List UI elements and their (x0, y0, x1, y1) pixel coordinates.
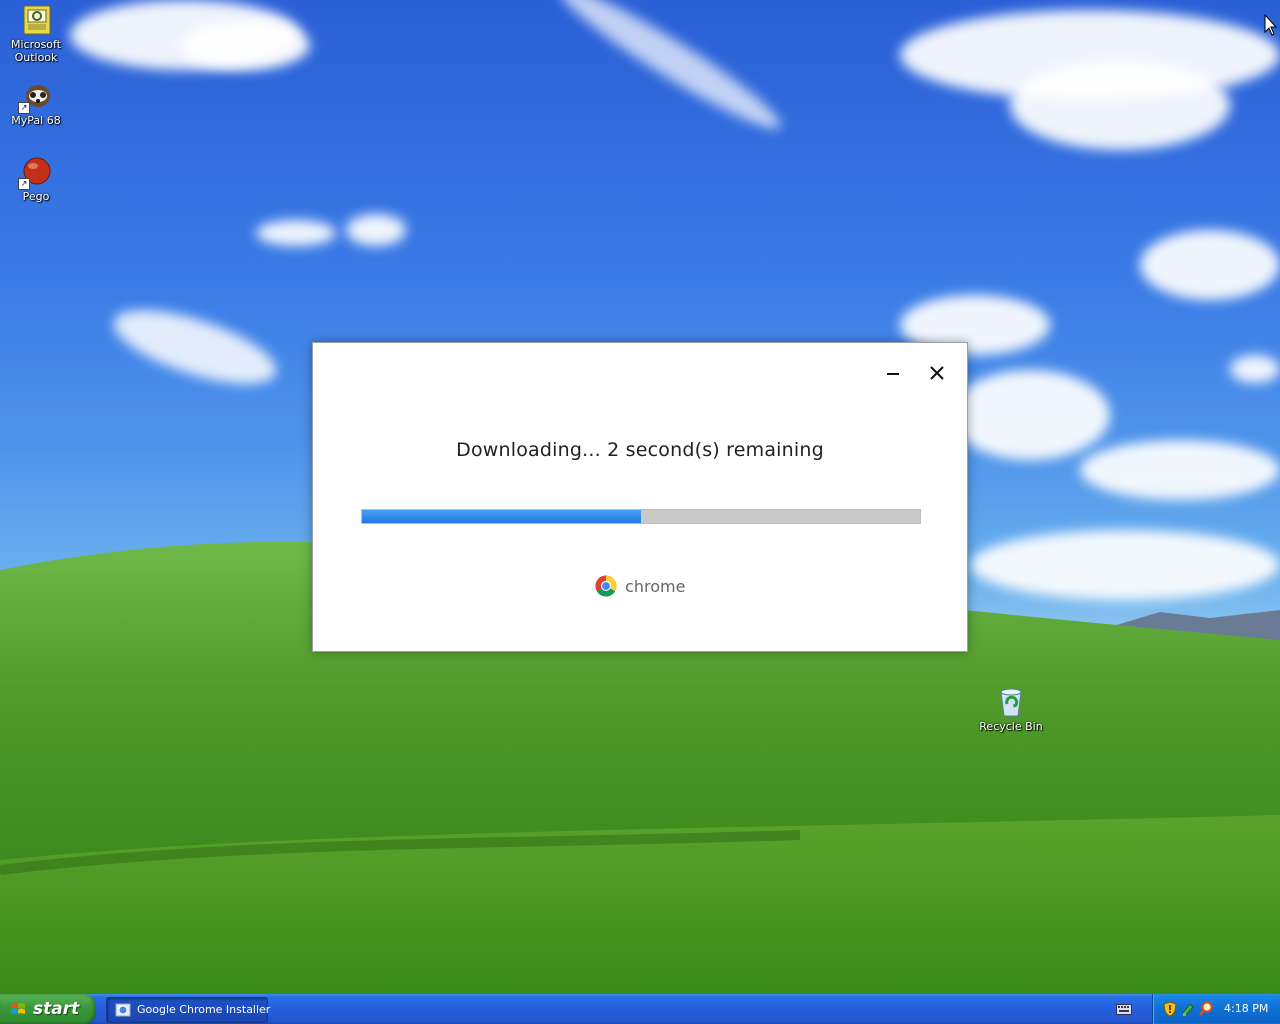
minimize-icon (887, 373, 899, 375)
minimize-button[interactable] (879, 359, 907, 387)
desktop-icon-mypal[interactable]: ↗ MyPal 68 (0, 80, 72, 127)
recycle-bin-icon (995, 686, 1027, 718)
chrome-brand-name: chrome (625, 576, 686, 596)
mouse-cursor-icon (1264, 14, 1278, 36)
chrome-logo-icon (595, 575, 617, 597)
shortcut-arrow-icon: ↗ (18, 178, 30, 190)
security-shield-icon[interactable] (1163, 1001, 1177, 1017)
start-label: start (33, 999, 80, 1019)
pego-icon: ↗ (18, 156, 52, 190)
desktop-icon-recycle-bin[interactable]: Recycle Bin (975, 686, 1047, 733)
download-progress-bar (361, 509, 921, 524)
system-tray: 4:18 PM (1152, 994, 1280, 1024)
windows-flag-icon (11, 1003, 25, 1014)
download-progress-fill (362, 510, 641, 523)
shortcut-arrow-icon: ↗ (18, 102, 30, 114)
outlook-icon (20, 4, 52, 36)
safely-remove-icon[interactable] (1181, 1001, 1195, 1017)
chrome-brand: chrome (313, 575, 967, 597)
installer-window-icon (115, 1003, 131, 1017)
taskbar-item-label: Google Chrome Installer (137, 1003, 271, 1016)
desktop: Microsoft Outlook ↗ MyPal 68 ↗ Pego Recy… (0, 0, 1280, 994)
search-magnifier-icon[interactable] (1199, 1001, 1213, 1017)
desktop-icon-label: Recycle Bin (979, 720, 1043, 733)
taskbar: start Google Chrome Installer 4:18 PM (0, 994, 1280, 1024)
close-button[interactable] (923, 359, 951, 387)
desktop-icon-outlook[interactable]: Microsoft Outlook (0, 4, 72, 64)
start-button[interactable]: start (0, 994, 96, 1024)
desktop-icon-label: MyPal 68 (11, 114, 61, 127)
taskbar-item-chrome-installer[interactable]: Google Chrome Installer (106, 997, 271, 1023)
desktop-icon-label: Microsoft Outlook (10, 38, 62, 64)
desktop-icon-pego[interactable]: ↗ Pego (0, 156, 72, 203)
keyboard-icon[interactable] (1116, 1002, 1132, 1016)
download-status-text: Downloading... 2 second(s) remaining (456, 439, 824, 461)
desktop-icon-label: Pego (22, 190, 50, 203)
close-icon (930, 366, 944, 380)
mypal-icon: ↗ (18, 80, 52, 114)
taskbar-clock[interactable]: 4:18 PM (1224, 1002, 1268, 1015)
chrome-installer-dialog: Downloading... 2 second(s) remaining chr… (312, 342, 968, 652)
